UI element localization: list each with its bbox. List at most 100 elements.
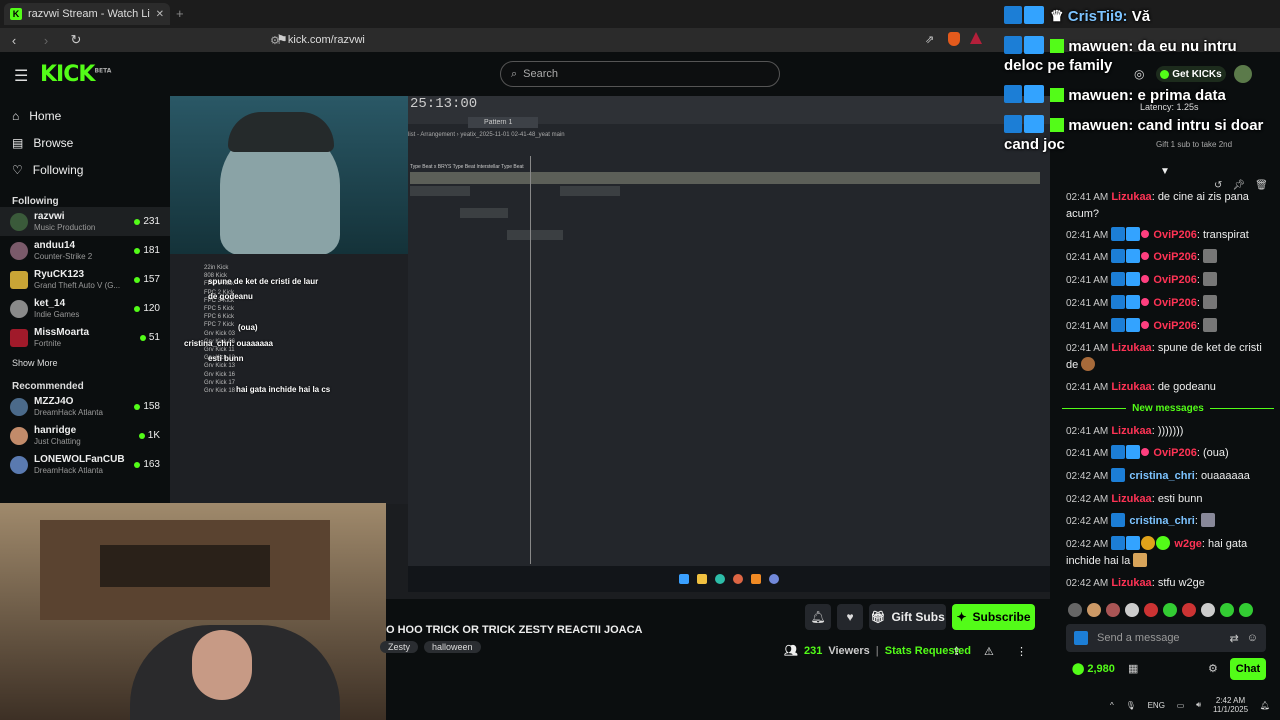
close-tab-icon[interactable]: ✕ (156, 9, 164, 20)
message-username[interactable]: w2ge (1174, 538, 1202, 550)
network-icon[interactable]: ▭ (1177, 701, 1185, 710)
new-tab-button[interactable]: + (176, 6, 184, 21)
file-explorer-icon (697, 574, 707, 584)
sidebar-item-label: Browse (33, 135, 74, 150)
channel-item[interactable]: RyuCK123 Grand Theft Auto V (G... 157 (0, 265, 170, 294)
translate-icon[interactable]: ⇄ (1230, 632, 1239, 645)
kick-logo[interactable]: KICKBETA (40, 62, 111, 87)
channel-item[interactable]: MissMoarta Fortnite 51 (0, 323, 170, 352)
volume-icon[interactable]: 🔊︎ (1196, 700, 1201, 710)
emote-icon[interactable] (1239, 603, 1253, 617)
divider-line (1209, 407, 1274, 409)
avatar (10, 455, 28, 474)
message-username[interactable]: OviP206 (1153, 251, 1196, 263)
moderator-badge-icon (1004, 115, 1022, 133)
viewer-count-value: 231 (803, 644, 823, 657)
daw-time-display: 25:13:00 (410, 96, 478, 112)
gift-subs-button[interactable]: 🎁︎ Gift Subs (869, 604, 946, 630)
chat-send-button[interactable]: Chat (1230, 658, 1266, 680)
emote-icon[interactable] (1144, 603, 1158, 617)
overlay-username: mawuen: (1068, 87, 1134, 104)
message-username[interactable]: cristina_chri (1129, 515, 1194, 527)
microphone-icon[interactable]: 🎙︎ (1126, 701, 1136, 710)
more-options-icon[interactable]: ⋮ (1016, 645, 1027, 658)
message-username[interactable]: Lizukaa (1111, 381, 1151, 393)
subscribe-button[interactable]: ✦ Subscribe (952, 604, 1035, 630)
moderator-badge-icon (1111, 468, 1126, 482)
streamer-taskbar (408, 566, 1050, 592)
back-icon[interactable]: ‹ (4, 33, 24, 48)
emote-icon[interactable] (1125, 603, 1139, 617)
browser-tab[interactable]: K razvwi Stream - Watch Live o ✕ (4, 3, 170, 25)
emote-icon[interactable] (1163, 603, 1177, 617)
message-username[interactable]: OviP206 (1153, 320, 1196, 332)
message-username[interactable]: OviP206 (1153, 447, 1196, 459)
chat-settings-icon[interactable]: ⚙ (1208, 662, 1218, 675)
tag-chip[interactable]: Zesty (380, 641, 419, 653)
clock[interactable]: 2:42 AM 11/1/2025 (1213, 696, 1248, 714)
overlay-chat-line: (oua) (238, 323, 258, 332)
show-more-link[interactable]: Show More (0, 352, 170, 374)
daw-clip (560, 186, 620, 196)
sidebar-item-home[interactable]: ⌂ Home (0, 102, 170, 129)
chat-message: 02:42 AM cristina_chri: ouaaaaaa (1066, 468, 1250, 482)
clock-date: 11/1/2025 (1213, 705, 1249, 714)
notification-icon[interactable]: 🔔︎ (1260, 701, 1270, 710)
notification-bell-button[interactable]: 🔔︎ (805, 604, 831, 630)
channel-item[interactable]: ket_14 Indie Games 120 (0, 294, 170, 323)
chat-collapse-icon[interactable]: ▼ (1160, 166, 1170, 177)
message-username[interactable]: cristina_chri (1129, 470, 1194, 482)
message-username[interactable]: Lizukaa (1111, 425, 1151, 437)
emoji-icon[interactable]: ☺ (1247, 632, 1258, 644)
emote-icon[interactable] (1182, 603, 1196, 617)
sidebar-item-browse[interactable]: ▤ Browse (0, 129, 170, 156)
follow-heart-button[interactable]: ♥ (837, 604, 863, 630)
emote-icon[interactable] (1201, 603, 1215, 617)
sidebar-item-following[interactable]: ♡ Following (0, 156, 170, 183)
chrome-icon (733, 574, 743, 584)
kicks-balance[interactable]: ⬤ 2,980 (1072, 662, 1115, 675)
brave-shield-icon[interactable] (948, 32, 960, 46)
subscribe-label: Subscribe (972, 610, 1031, 624)
url-field[interactable]: ⚙ kick.com/razvwi (270, 30, 990, 50)
emote-icon[interactable] (1087, 603, 1101, 617)
channel-item[interactable]: razvwi Music Production 231 (0, 207, 170, 236)
message-username[interactable]: Lizukaa (1111, 191, 1151, 203)
forward-icon[interactable]: › (36, 33, 56, 48)
kick-favicon-icon: K (10, 8, 22, 20)
search-input[interactable]: ⌕ Search (500, 61, 780, 87)
vip-badge-icon (1141, 298, 1150, 306)
emote-icon[interactable] (1220, 603, 1234, 617)
overlay-message: e prima data (1137, 87, 1226, 104)
message-username[interactable]: Lizukaa (1111, 577, 1151, 589)
share-stream-icon[interactable]: ⇪ (952, 645, 961, 658)
tray-overflow-icon[interactable]: ^ (1110, 701, 1114, 710)
message-username[interactable]: OviP206 (1153, 274, 1196, 286)
message-username[interactable]: Lizukaa (1111, 493, 1151, 505)
language-indicator[interactable]: ENG (1148, 701, 1165, 710)
message-username[interactable]: OviP206 (1153, 229, 1196, 241)
channel-item[interactable]: hanridge Just Chatting 1K (0, 421, 170, 450)
channel-item[interactable]: LONEWOLFanCUB DreamHack Atlanta 163 (0, 450, 170, 479)
message-username[interactable]: OviP206 (1153, 297, 1196, 309)
viewer-count: 1K (138, 430, 160, 441)
channel-item[interactable]: MZZJ4O DreamHack Atlanta 158 (0, 392, 170, 421)
message-time: 02:41 AM (1066, 252, 1109, 263)
site-info-icon[interactable]: ⚙ (270, 34, 280, 47)
channel-item[interactable]: anduu14 Counter-Strike 2 181 (0, 236, 170, 265)
emote-icon[interactable] (1068, 603, 1082, 617)
gift-icon: 🎁︎ (870, 610, 886, 624)
tag-chip[interactable]: halloween (424, 641, 481, 653)
share-icon[interactable]: ⇗ (925, 33, 934, 46)
chat-input[interactable]: Send a message ⇄ ☺ (1066, 624, 1266, 652)
reload-icon[interactable]: ↻ (66, 32, 86, 48)
hamburger-menu-icon[interactable]: ☰ (14, 66, 28, 86)
daw-clip (460, 208, 508, 218)
live-dot-icon (134, 218, 141, 225)
store-icon[interactable]: ▦ (1128, 662, 1138, 675)
message-username[interactable]: Lizukaa (1111, 342, 1151, 354)
viewer-count: 120 (134, 303, 160, 314)
emote-icon[interactable] (1106, 603, 1120, 617)
report-icon[interactable]: ⚠ (984, 645, 994, 658)
channel-category: Grand Theft Auto V (G... (34, 280, 121, 290)
